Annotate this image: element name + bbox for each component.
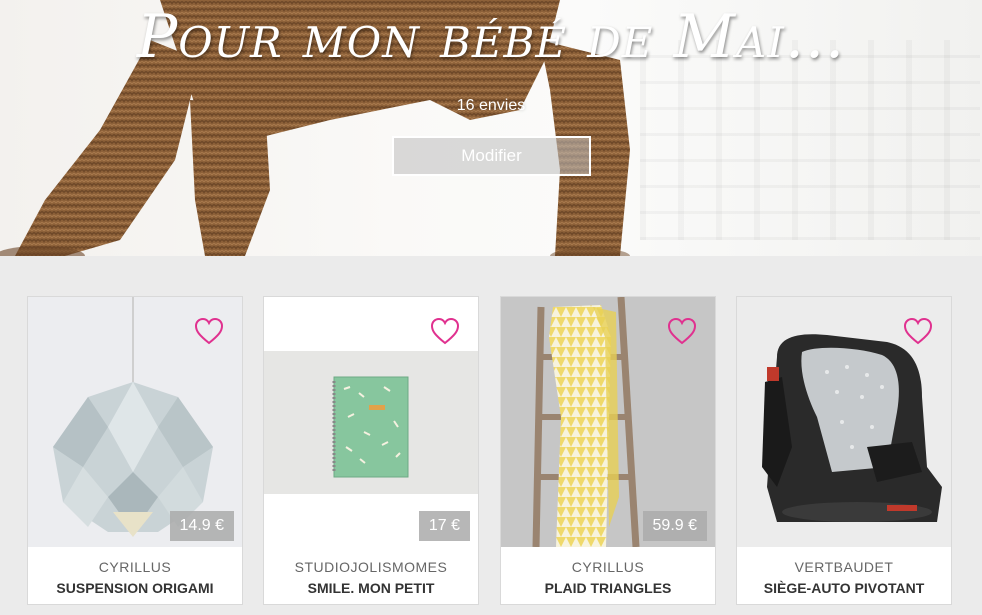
heart-outline-icon[interactable] (667, 317, 697, 345)
product-brand: STUDIOJOLISMOMES (294, 559, 448, 575)
wish-count: 16 envies (456, 97, 526, 114)
product-name[interactable]: SIÈGE-AUTO PIVOTANT (737, 580, 951, 596)
product-brand: CYRILLUS (571, 559, 645, 575)
heart-outline-icon[interactable] (194, 317, 224, 345)
product-card[interactable]: 17 € STUDIOJOLISMOMES SMILE. MON PETIT (263, 296, 479, 605)
edit-button[interactable]: Modifier (392, 136, 591, 176)
product-card[interactable]: 14.9 € CYRILLUS SUSPENSION ORIGAMI (27, 296, 243, 605)
product-name[interactable]: SUSPENSION ORIGAMI (28, 580, 242, 596)
product-card[interactable]: VERTBAUDET SIÈGE-AUTO PIVOTANT (736, 296, 952, 605)
product-name[interactable]: SMILE. MON PETIT (264, 580, 478, 596)
product-name[interactable]: PLAID TRIANGLES (501, 580, 715, 596)
hero-banner: Pour mon bébé de Mai... 16 envies Modifi… (0, 0, 982, 256)
price-badge: 17 € (418, 511, 470, 541)
price-badge: 14.9 € (169, 511, 234, 541)
product-brand: CYRILLUS (98, 559, 172, 575)
product-brand: VERTBAUDET (794, 559, 894, 575)
heart-outline-icon[interactable] (430, 317, 460, 345)
price-badge: 59.9 € (642, 511, 707, 541)
heart-outline-icon[interactable] (903, 317, 933, 345)
wishlist-title: Pour mon bébé de Mai... (136, 2, 846, 72)
product-card[interactable]: 59.9 € CYRILLUS PLAID TRIANGLES (500, 296, 716, 605)
